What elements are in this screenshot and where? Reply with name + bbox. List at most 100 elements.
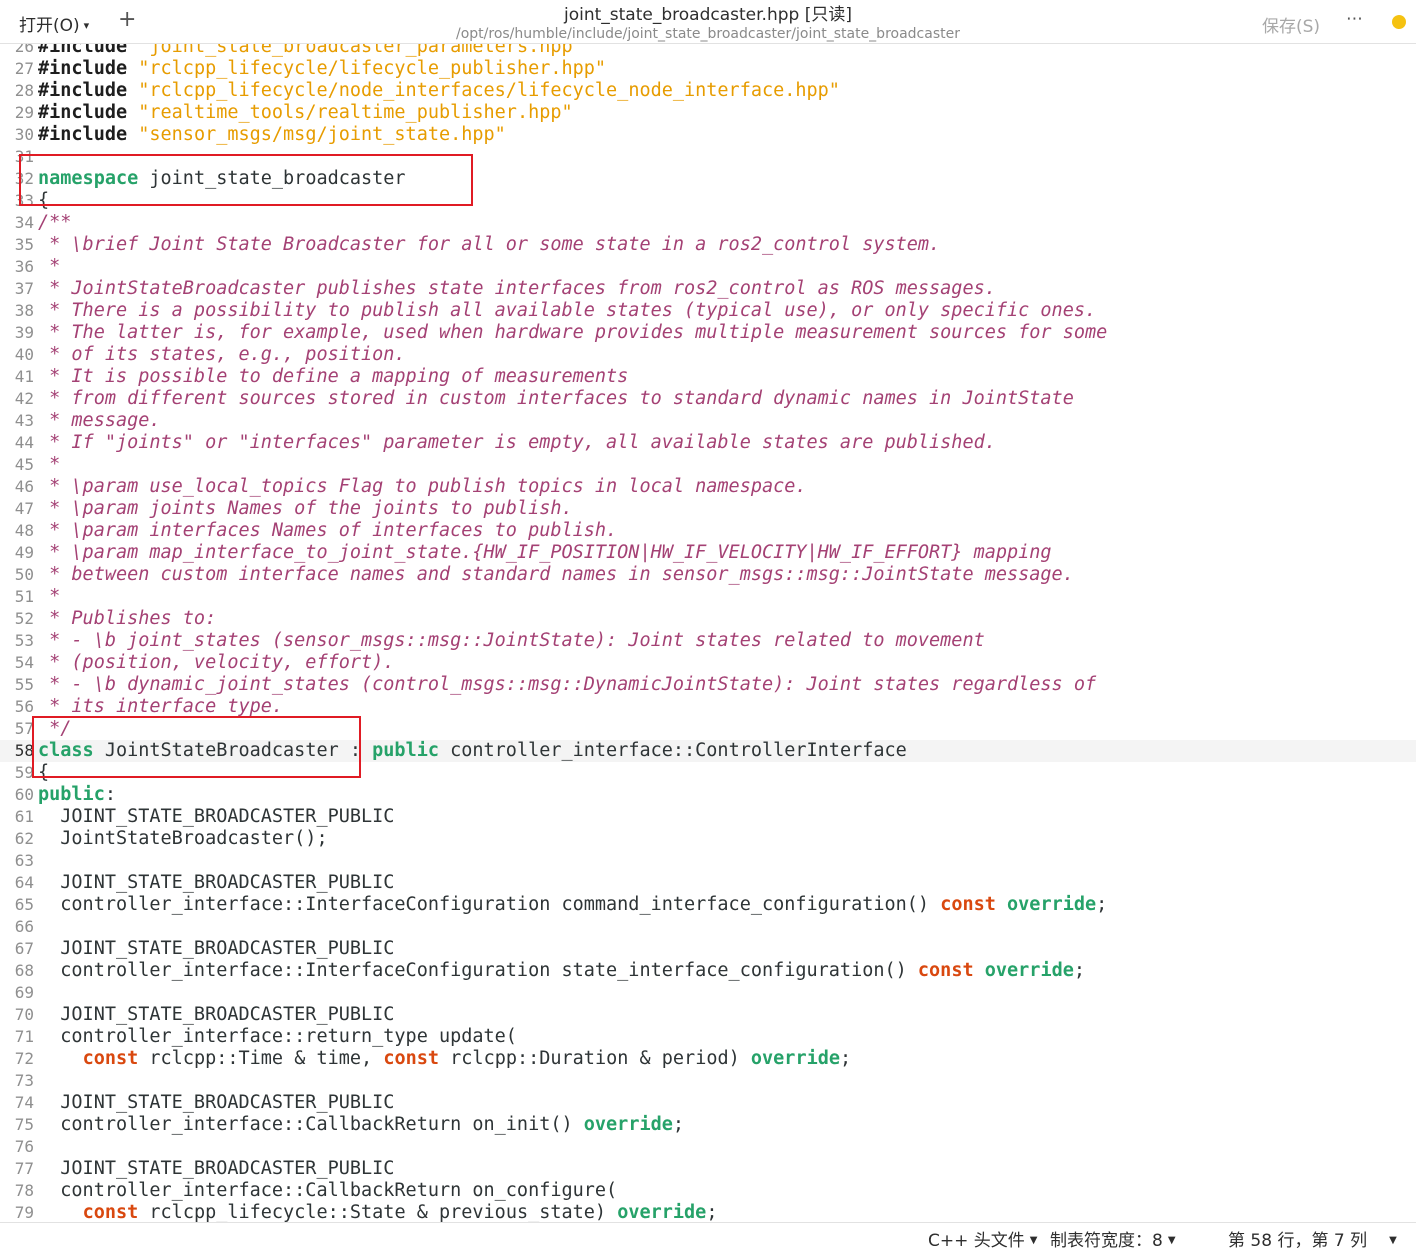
code-text: #include "realtime_tools/realtime_publis… bbox=[38, 102, 573, 124]
code-line[interactable]: 65 controller_interface::InterfaceConfig… bbox=[0, 894, 1416, 916]
new-tab-button[interactable]: + bbox=[118, 7, 136, 32]
code-line[interactable]: 51 * bbox=[0, 586, 1416, 608]
code-line[interactable]: 31 bbox=[0, 146, 1416, 168]
code-line[interactable]: 75 controller_interface::CallbackReturn … bbox=[0, 1114, 1416, 1136]
code-line[interactable]: 52 * Publishes to: bbox=[0, 608, 1416, 630]
code-line[interactable]: 74 JOINT_STATE_BROADCASTER_PUBLIC bbox=[0, 1092, 1416, 1114]
code-line[interactable]: 54 * (position, velocity, effort). bbox=[0, 652, 1416, 674]
tab-width-label: 制表符宽度：8 bbox=[1050, 1231, 1163, 1251]
line-number: 43 bbox=[14, 411, 34, 430]
code-line[interactable]: 67 JOINT_STATE_BROADCASTER_PUBLIC bbox=[0, 938, 1416, 960]
line-number: 72 bbox=[14, 1049, 34, 1068]
code-token: JointStateBroadcaster : bbox=[93, 740, 373, 761]
code-line[interactable]: 57 */ bbox=[0, 718, 1416, 740]
code-line[interactable]: 28 #include "rclcpp_lifecycle/node_interf… bbox=[0, 80, 1416, 102]
code-token: "rclcpp_lifecycle/node_interfaces/lifecy… bbox=[138, 80, 840, 101]
tab-width-selector[interactable]: 制表符宽度：8 ▼ bbox=[1050, 1226, 1176, 1251]
line-number: 56 bbox=[14, 697, 34, 716]
line-number: 57 bbox=[14, 719, 34, 738]
code-text: JOINT_STATE_BROADCASTER_PUBLIC bbox=[38, 1158, 394, 1180]
code-line[interactable]: 43 * message. bbox=[0, 410, 1416, 432]
cursor-position-selector[interactable]: 第 58 行，第 7 列 ▼ bbox=[1228, 1226, 1397, 1251]
code-line[interactable]: 53 * - \b joint_states (sensor_msgs::msg… bbox=[0, 630, 1416, 652]
code-line[interactable]: 40 * of its states, e.g., position. bbox=[0, 344, 1416, 366]
code-text: class JointStateBroadcaster : public con… bbox=[38, 740, 907, 762]
code-line[interactable]: 66 bbox=[0, 916, 1416, 938]
code-token: #include bbox=[38, 44, 139, 57]
code-line[interactable]: 48 * \param interfaces Names of interfac… bbox=[0, 520, 1416, 542]
line-number: 31 bbox=[14, 147, 34, 166]
code-token: controller_interface::InterfaceConfigura… bbox=[38, 894, 941, 915]
code-token: * There is a possibility to publish all … bbox=[38, 300, 1097, 321]
code-token: * message. bbox=[38, 410, 161, 431]
code-token: JOINT_STATE_BROADCASTER_PUBLIC bbox=[38, 1158, 395, 1179]
code-line[interactable]: 77 JOINT_STATE_BROADCASTER_PUBLIC bbox=[0, 1158, 1416, 1180]
code-line[interactable]: 70 JOINT_STATE_BROADCASTER_PUBLIC bbox=[0, 1004, 1416, 1026]
code-line[interactable]: 34/** bbox=[0, 212, 1416, 234]
code-line[interactable]: 60 public: bbox=[0, 784, 1416, 806]
status-bar: C++ 头文件 ▼ 制表符宽度：8 ▼ 第 58 行，第 7 列 ▼ bbox=[0, 1222, 1416, 1251]
code-text: * \param map_interface_to_joint_state.{H… bbox=[38, 542, 1051, 564]
code-token: namespace bbox=[38, 168, 139, 189]
code-line[interactable]: 27 #include "rclcpp_lifecycle/lifecycle_p… bbox=[0, 58, 1416, 80]
code-line[interactable]: 45 * bbox=[0, 454, 1416, 476]
code-text: controller_interface::InterfaceConfigura… bbox=[38, 894, 1107, 916]
code-token: * its interface type. bbox=[38, 696, 284, 717]
code-line[interactable]: 73 bbox=[0, 1070, 1416, 1092]
code-text: controller_interface::CallbackReturn on_… bbox=[38, 1114, 684, 1136]
code-line[interactable]: 37 * JointStateBroadcaster publishes sta… bbox=[0, 278, 1416, 300]
window-status-dot-icon[interactable] bbox=[1392, 15, 1406, 29]
code-line[interactable]: 78 controller_interface::CallbackReturn … bbox=[0, 1180, 1416, 1202]
code-line[interactable]: 26 #include "joint_state_broadcaster_para… bbox=[0, 44, 1416, 58]
code-token: const bbox=[940, 894, 996, 915]
code-token: * The latter is, for example, used when … bbox=[38, 322, 1108, 343]
code-line[interactable]: 33{ bbox=[0, 190, 1416, 212]
code-line[interactable]: 56 * its interface type. bbox=[0, 696, 1416, 718]
code-text: * Publishes to: bbox=[38, 608, 216, 630]
code-line[interactable]: 50 * between custom interface names and … bbox=[0, 564, 1416, 586]
code-line[interactable]: 76 bbox=[0, 1136, 1416, 1158]
code-line[interactable]: 32 namespace joint_state_broadcaster bbox=[0, 168, 1416, 190]
line-number: 32 bbox=[14, 169, 34, 188]
code-token: * Publishes to: bbox=[38, 608, 217, 629]
line-number: 61 bbox=[14, 807, 34, 826]
code-line[interactable]: 39 * The latter is, for example, used wh… bbox=[0, 322, 1416, 344]
code-editor[interactable]: 26 #include "joint_state_broadcaster_para… bbox=[0, 44, 1416, 1222]
chevron-down-icon: ▼ bbox=[1167, 1235, 1176, 1246]
code-line[interactable]: 55 * - \b dynamic_joint_states (control_… bbox=[0, 674, 1416, 696]
code-line[interactable]: 47 * \param joints Names of the joints t… bbox=[0, 498, 1416, 520]
line-number: 71 bbox=[14, 1027, 34, 1046]
code-token: /** bbox=[38, 212, 72, 233]
code-line[interactable]: 35 * \brief Joint State Broadcaster for … bbox=[0, 234, 1416, 256]
code-line[interactable]: 72 const rclcpp::Time & time, const rclc… bbox=[0, 1048, 1416, 1070]
code-line[interactable]: 29 #include "realtime_tools/realtime_publ… bbox=[0, 102, 1416, 124]
code-line[interactable]: 68 controller_interface::InterfaceConfig… bbox=[0, 960, 1416, 982]
code-line[interactable]: 61 JOINT_STATE_BROADCASTER_PUBLIC bbox=[0, 806, 1416, 828]
code-line[interactable]: 79 const rclcpp_lifecycle::State & previ… bbox=[0, 1202, 1416, 1222]
code-line[interactable]: 49 * \param map_interface_to_joint_state… bbox=[0, 542, 1416, 564]
code-line[interactable]: 59{ bbox=[0, 762, 1416, 784]
code-line[interactable]: 41 * It is possible to define a mapping … bbox=[0, 366, 1416, 388]
code-line[interactable]: 63 bbox=[0, 850, 1416, 872]
line-number: 44 bbox=[14, 433, 34, 452]
code-line[interactable]: 30 #include "sensor_msgs/msg/joint_state.… bbox=[0, 124, 1416, 146]
language-selector[interactable]: C++ 头文件 ▼ bbox=[928, 1226, 1037, 1251]
code-line[interactable]: 42 * from different sources stored in cu… bbox=[0, 388, 1416, 410]
code-line[interactable]: 71 controller_interface::return_type upd… bbox=[0, 1026, 1416, 1048]
code-line[interactable]: 46 * \param use_local_topics Flag to pub… bbox=[0, 476, 1416, 498]
code-token: override bbox=[750, 1048, 840, 1069]
code-line[interactable]: 58 class JointStateBroadcaster : public c… bbox=[0, 740, 1416, 762]
code-line[interactable]: 38 * There is a possibility to publish a… bbox=[0, 300, 1416, 322]
save-button[interactable]: 保存(S) bbox=[1262, 12, 1320, 37]
code-line[interactable]: 44 * If "joints" or "interfaces" paramet… bbox=[0, 432, 1416, 454]
menu-icon[interactable]: ⋯ bbox=[1346, 9, 1364, 29]
code-token: public bbox=[38, 784, 105, 805]
code-line[interactable]: 64 JOINT_STATE_BROADCASTER_PUBLIC bbox=[0, 872, 1416, 894]
code-line[interactable]: 69 bbox=[0, 982, 1416, 1004]
code-line[interactable]: 36 * bbox=[0, 256, 1416, 278]
code-line[interactable]: 62 JointStateBroadcaster(); bbox=[0, 828, 1416, 850]
line-number: 49 bbox=[14, 543, 34, 562]
code-text: * \brief Joint State Broadcaster for all… bbox=[38, 234, 940, 256]
open-button[interactable]: 打开(O) ▾ bbox=[19, 11, 89, 36]
